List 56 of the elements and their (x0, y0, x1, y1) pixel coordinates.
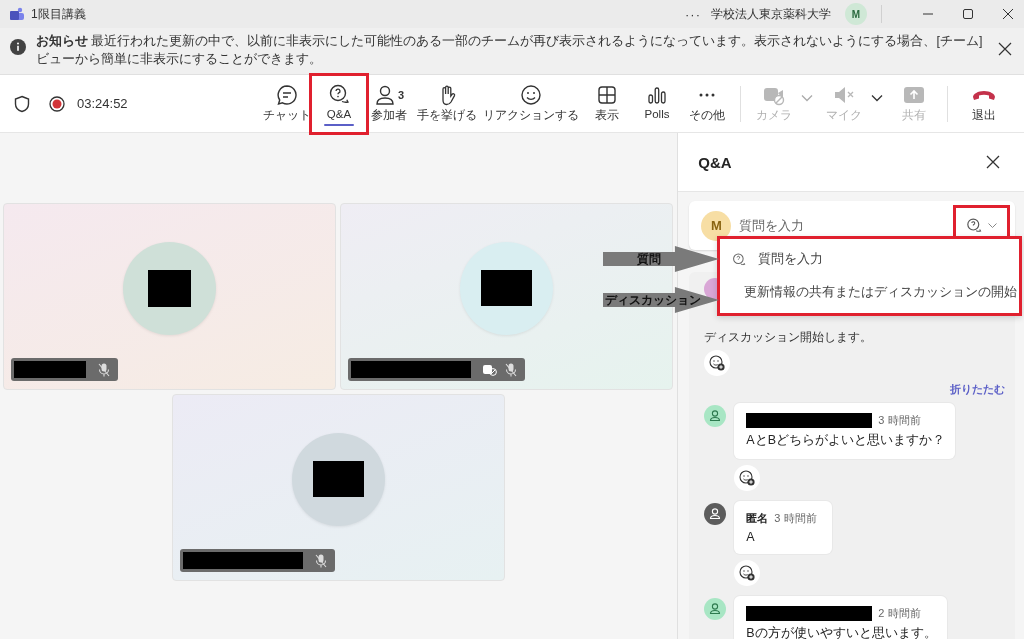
participant-count: 3 (397, 88, 405, 101)
redaction-bar (313, 461, 365, 497)
user-avatar: M (701, 210, 732, 241)
redaction-bar (14, 361, 86, 378)
info-icon (10, 39, 26, 55)
more-icon (699, 92, 715, 97)
question-bubble-icon (328, 83, 350, 106)
question-bubble-icon (966, 217, 982, 234)
app-logo-icon (9, 7, 25, 21)
reply-text: A (746, 530, 756, 544)
meeting-timer: 03:24:52 (77, 96, 128, 111)
chevron-down-icon (988, 222, 997, 229)
reply-text: Bの方が使いやすいと思います。 (746, 625, 937, 639)
add-reaction-icon (739, 565, 756, 581)
chat-tool-button[interactable]: チャット (260, 77, 314, 130)
reply-text: AとBどちらがよいと思いますか？ (746, 432, 946, 449)
add-reaction-button[interactable] (734, 560, 761, 586)
chat-icon (276, 83, 298, 106)
hand-tool-button[interactable]: 手を挙げる (414, 77, 480, 130)
maximize-icon[interactable] (962, 8, 974, 20)
more-tool-button[interactable]: その他 (682, 77, 732, 130)
polls-tool-button[interactable]: Polls (632, 77, 682, 130)
person-icon (373, 83, 396, 106)
question-bubble-icon (732, 252, 746, 267)
add-reaction-icon (709, 355, 726, 371)
reply-time: 3 時間前 (878, 413, 921, 428)
window-title: 1限目講義 (31, 5, 86, 23)
reply-time: 3 時間前 (774, 511, 817, 526)
post-text: ディスカッション開始します。 (704, 329, 874, 346)
close-icon[interactable] (986, 155, 1000, 169)
more-button[interactable]: ··· (685, 6, 701, 22)
qa-tool-button[interactable]: Q&A (314, 77, 364, 130)
smiley-icon (520, 83, 542, 106)
people-tool-button[interactable]: 3 参加者 (364, 77, 414, 130)
menu-item[interactable]: 質問を入力 (720, 251, 1019, 268)
notice-text: お知らせ 最近行われた更新の中で、以前に非表示にした可能性のある一部のチームが再び表示されるようになっています。表示されないようにする場合、[チーム] ビューから簡単に非表示にすることができます。 (36, 33, 984, 68)
close-icon[interactable] (1002, 8, 1014, 20)
panel-title: Q&A (698, 153, 732, 171)
redaction-bar (481, 270, 532, 306)
collapse-link[interactable]: 折りたたむ (950, 382, 1005, 397)
profile-avatar[interactable]: M (845, 3, 867, 25)
react-tool-button[interactable]: リアクションする (480, 77, 582, 130)
view-tool-button[interactable]: 表示 (582, 77, 632, 130)
author-name: 匿名 (746, 511, 769, 526)
add-reaction-button[interactable] (704, 350, 731, 376)
grid-icon (596, 83, 618, 106)
redaction-bar (148, 269, 191, 307)
question-input[interactable]: 質問を入力 (737, 217, 966, 234)
add-reaction-icon (739, 470, 756, 486)
close-icon[interactable] (998, 42, 1012, 56)
organization-name: 学校法人東京薬科大学 (711, 5, 831, 23)
shield-icon (14, 94, 30, 113)
menu-item[interactable]: 更新情報の共有またはディスカッションの開始 (720, 284, 1019, 301)
leave-tool-button[interactable]: 退出 (956, 77, 1012, 130)
reply-time: 2 時間前 (878, 606, 921, 621)
add-reaction-button[interactable] (734, 465, 761, 491)
